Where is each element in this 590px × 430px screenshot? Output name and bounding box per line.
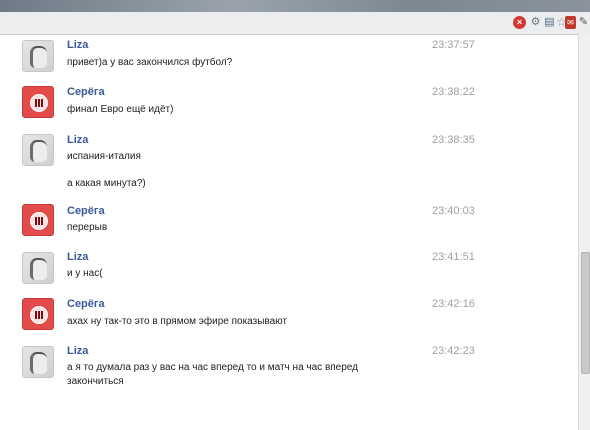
timestamp: 23:40:03 <box>432 205 475 217</box>
author-name[interactable]: Серёга <box>67 86 105 98</box>
avatar[interactable] <box>22 40 54 72</box>
timestamp: 23:37:57 <box>432 39 475 51</box>
author-name[interactable]: Liza <box>67 345 88 357</box>
message-text: привет)а у вас закончился футбол? <box>67 57 233 68</box>
timestamp: 23:38:22 <box>432 86 475 98</box>
stop-icon[interactable]: × <box>513 16 526 29</box>
avatar[interactable] <box>22 346 54 378</box>
timestamp: 23:42:23 <box>432 345 475 357</box>
author-name[interactable]: Liza <box>67 39 88 51</box>
message-text: испания-италия <box>67 151 141 162</box>
mail-icon[interactable]: ✉ <box>565 16 576 29</box>
avatar[interactable] <box>22 134 54 166</box>
message-text: ахах ну так-то это в прямом эфире показы… <box>67 316 288 327</box>
browser-tab-strip <box>0 0 590 12</box>
author-name[interactable]: Liza <box>67 134 88 146</box>
author-name[interactable]: Серёга <box>67 298 105 310</box>
message-text: а я то думала раз у вас на час вперед то… <box>67 362 358 387</box>
author-name[interactable]: Серёга <box>67 205 105 217</box>
scrollbar-thumb[interactable] <box>581 252 590 374</box>
message-text: и у нас( <box>67 268 103 279</box>
browser-toolbar: × ⚙ ▤ ☆ ✉ ✎ <box>0 12 590 35</box>
avatar[interactable] <box>22 252 54 284</box>
chat-scrollbar[interactable] <box>578 34 590 430</box>
extension-icon[interactable]: ⚙ <box>529 16 542 29</box>
avatar[interactable] <box>22 204 54 236</box>
message-text: перерыв <box>67 222 108 233</box>
timestamp: 23:38:35 <box>432 134 475 146</box>
avatar[interactable] <box>22 298 54 330</box>
chat-history: Liza 23:37:57 привет)а у вас закончился … <box>0 34 578 430</box>
timestamp: 23:41:51 <box>432 251 475 263</box>
author-name[interactable]: Liza <box>67 251 88 263</box>
message-text: а какая минута?) <box>67 178 146 189</box>
message-text: финал Евро ещё идёт) <box>67 104 174 115</box>
wrench-icon[interactable]: ✎ <box>577 16 590 29</box>
avatar[interactable] <box>22 86 54 118</box>
timestamp: 23:42:16 <box>432 298 475 310</box>
